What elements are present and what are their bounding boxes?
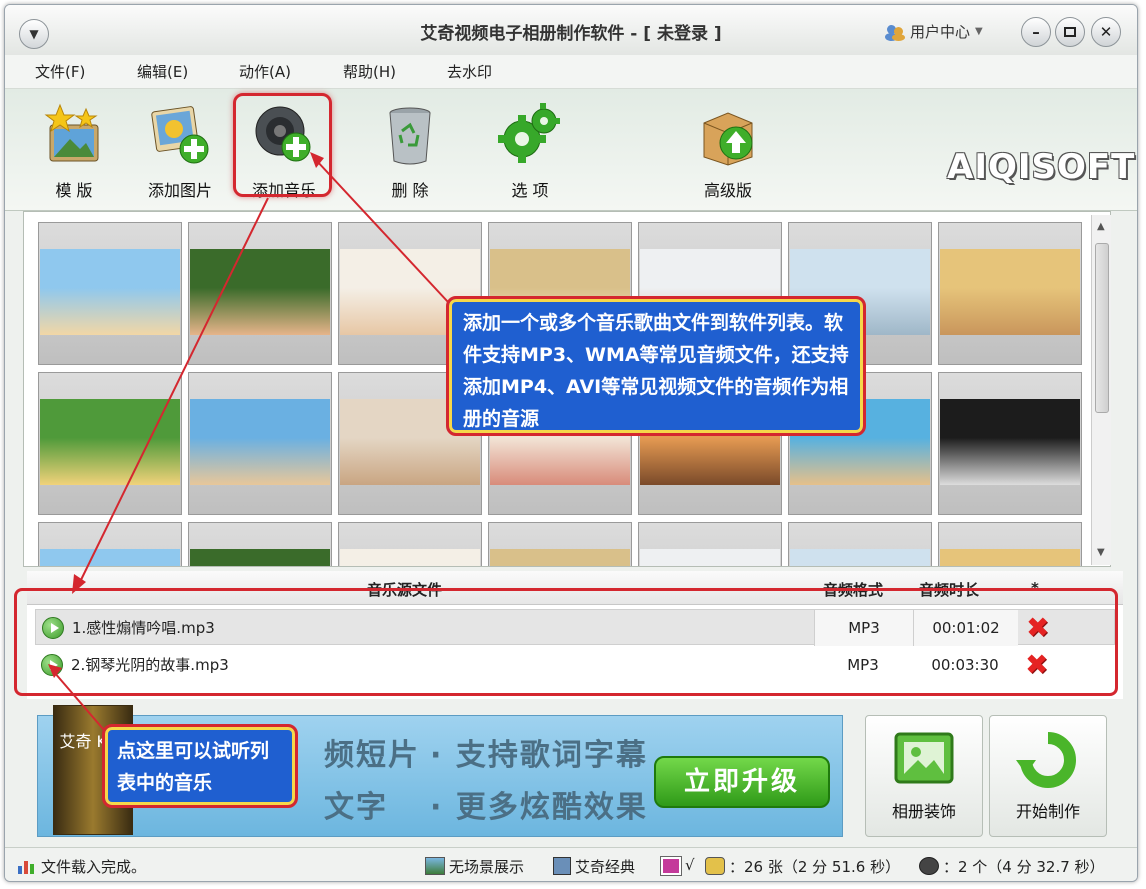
status-classic[interactable]: 艾奇经典 [575, 856, 635, 877]
menu-bar: 文件(F) 编辑(E) 动作(A) 帮助(H) 去水印 [5, 55, 1137, 89]
add-picture-button[interactable]: 添加图片 [135, 97, 225, 203]
status-check: √ [685, 856, 695, 874]
photo-image [790, 549, 930, 566]
photo-image [190, 249, 330, 335]
photo-image [940, 249, 1080, 335]
status-scene[interactable]: 无场景展示 [449, 856, 524, 877]
menu-edit[interactable]: 编辑(E) [137, 61, 188, 82]
maximize-button[interactable] [1055, 17, 1085, 47]
user-center[interactable]: 用户中心 ▼ [885, 21, 983, 42]
status-photos: ：26 张（2 分 51.6 秒） [729, 858, 901, 876]
scroll-up-icon[interactable]: ▲ [1097, 221, 1105, 232]
photo-thumbnail[interactable] [188, 522, 332, 566]
scroll-down-icon[interactable]: ▼ [1097, 547, 1105, 558]
scrollbar-thumb[interactable] [1095, 243, 1109, 413]
toolbar: 模 版 添加图片 添加音乐 删 除 选 项 高级版 AIQISOFT [5, 89, 1137, 211]
close-button[interactable]: ✕ [1091, 17, 1121, 47]
banner-line2b: · 更多炫酷效果 [430, 790, 648, 825]
status-loaded: 文件载入完成。 [41, 858, 147, 876]
minimize-button[interactable]: – [1021, 17, 1051, 47]
add-picture-label: 添加图片 [147, 181, 212, 200]
photos-icon [705, 857, 725, 875]
photo-thumbnail[interactable] [938, 522, 1082, 566]
photo-image [40, 249, 180, 335]
status-bar: 文件载入完成。 无场景展示 艾奇经典 √ ：26 张（2 分 51.6 秒） ：… [5, 847, 1137, 881]
photo-thumbnail[interactable] [38, 372, 182, 515]
photo-thumbnail[interactable] [188, 222, 332, 365]
photo-image [190, 399, 330, 485]
banner-line1b: · 支持歌词字幕 [430, 738, 648, 773]
photo-image [40, 399, 180, 485]
photo-image [490, 549, 630, 566]
refresh-arrow-icon [1016, 732, 1076, 788]
template-button[interactable]: 模 版 [29, 97, 119, 203]
minimize-icon: – [1032, 23, 1040, 41]
brand-logo: AIQISOFT [947, 147, 1136, 187]
menu-watermark[interactable]: 去水印 [447, 61, 492, 82]
add-music-highlight [233, 93, 332, 197]
start-make-button[interactable]: 开始制作 [989, 715, 1107, 837]
album-decorate-label: 相册装饰 [891, 802, 956, 821]
chevron-down-icon: ▼ [975, 26, 983, 37]
upgrade-now-button[interactable]: 立即升级 [654, 756, 830, 808]
photo-thumbnail[interactable] [188, 372, 332, 515]
advanced-button[interactable]: 高级版 [683, 97, 773, 203]
menu-file[interactable]: 文件(F) [35, 61, 85, 82]
menu-action[interactable]: 动作(A) [239, 61, 291, 82]
maximize-icon [1064, 27, 1076, 37]
options-label: 选 项 [511, 181, 549, 200]
template-label: 模 版 [55, 181, 93, 200]
music-list-highlight [14, 588, 1118, 696]
banner-line2a: 文字 [324, 790, 388, 825]
recycle-bin-icon [378, 103, 442, 167]
advanced-label: 高级版 [703, 181, 752, 200]
delete-label: 删 除 [391, 181, 429, 200]
template-icon [42, 103, 106, 167]
photo-image [40, 549, 180, 566]
delete-button[interactable]: 删 除 [365, 97, 455, 203]
close-icon: ✕ [1099, 23, 1113, 41]
photo-image [340, 549, 480, 566]
user-center-label: 用户中心 [910, 23, 971, 41]
classic-icon [553, 857, 571, 875]
photo-image [190, 549, 330, 566]
add-picture-icon [148, 103, 212, 167]
picture-frame-icon [894, 732, 954, 784]
gallery-scrollbar[interactable]: ▲ ▼ [1091, 215, 1111, 565]
add-music-callout: 添加一个或多个音乐歌曲文件到软件列表。软件支持MP3、WMA等常见音频文件，还支… [446, 296, 866, 436]
photo-thumbnail[interactable] [38, 522, 182, 566]
options-button[interactable]: 选 项 [485, 97, 575, 203]
photo-thumbnail[interactable] [938, 372, 1082, 515]
play-callout: 点这里可以试听列表中的音乐 [102, 724, 298, 808]
status-music: ：2 个（4 分 32.7 秒） [943, 858, 1105, 876]
photo-thumbnail[interactable] [338, 522, 482, 566]
banner-line1a: 频短片 [324, 738, 420, 773]
photo-image [640, 549, 780, 566]
frame-icon [660, 856, 682, 876]
bar-chart-icon [17, 858, 37, 874]
scene-icon [425, 857, 445, 875]
photo-thumbnail[interactable] [638, 522, 782, 566]
photo-thumbnail[interactable] [38, 222, 182, 365]
photo-thumbnail[interactable] [938, 222, 1082, 365]
gear-icon [498, 103, 562, 167]
menu-help[interactable]: 帮助(H) [343, 61, 396, 82]
photo-image [940, 549, 1080, 566]
music-icon [919, 857, 939, 875]
album-decorate-button[interactable]: 相册装饰 [865, 715, 983, 837]
photo-thumbnail[interactable] [488, 522, 632, 566]
start-make-label: 开始制作 [1015, 802, 1080, 821]
user-icon [885, 23, 905, 41]
title-bar: ▼ 艾奇视频电子相册制作软件 - [ 未登录 ] 用户中心 ▼ – ✕ [5, 5, 1137, 55]
photo-thumbnail[interactable] [788, 522, 932, 566]
photo-image [940, 399, 1080, 485]
upgrade-box-icon [696, 103, 760, 167]
